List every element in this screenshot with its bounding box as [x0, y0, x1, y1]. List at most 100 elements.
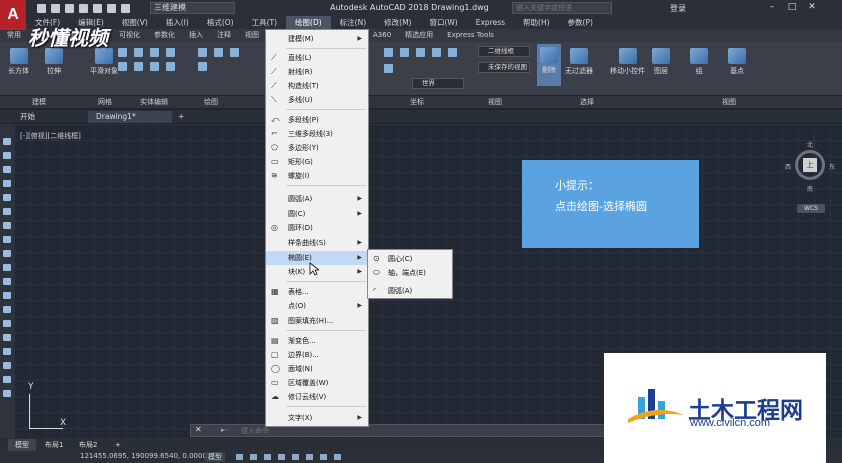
ucs-world-dropdown[interactable]: 世界 — [412, 78, 464, 89]
solid-edit-icon[interactable] — [166, 48, 175, 57]
box-button[interactable]: 长方体 — [8, 48, 29, 76]
menu-item-gradient[interactable]: ▤ 渐变色... — [266, 334, 368, 348]
menu-item-wipeout[interactable]: ▭ 区域覆盖(W) — [266, 376, 368, 390]
point-tool-icon[interactable] — [3, 320, 11, 327]
menu-item-region[interactable]: ◯ 面域(N) — [266, 362, 368, 376]
workspace-switcher[interactable]: 三维建模 — [150, 2, 235, 14]
panel-coordinates[interactable]: 坐标 — [410, 97, 424, 107]
search-input[interactable] — [512, 2, 612, 14]
panel-draw[interactable]: 绘图 — [204, 97, 218, 107]
solid-edit-icon[interactable] — [134, 48, 143, 57]
west-label[interactable]: 西 — [785, 162, 791, 171]
new-file-icon[interactable] — [37, 4, 46, 13]
menu-item-modeling[interactable]: 建模(M) ▶ — [266, 32, 368, 46]
menu-dimension[interactable]: 标注(N) — [331, 16, 375, 29]
tab-express-tools[interactable]: Express Tools — [440, 29, 501, 42]
cull-button[interactable]: 剔除 — [537, 44, 561, 86]
viewport-controls[interactable]: [-][俯视][二维线框] — [20, 131, 81, 141]
base-point-button[interactable]: 基点 — [728, 48, 746, 76]
construction-line-icon[interactable] — [3, 152, 11, 159]
ellipse-arc-item[interactable]: ◜ 圆弧(A) — [368, 284, 452, 298]
menu-format[interactable]: 格式(O) — [198, 16, 243, 29]
polar-toggle-icon[interactable] — [278, 454, 285, 460]
save-as-icon[interactable] — [79, 4, 88, 13]
save-icon[interactable] — [65, 4, 74, 13]
grid-toggle-icon[interactable] — [236, 454, 243, 460]
smooth-object-button[interactable]: 平滑对象 — [90, 48, 118, 76]
menu-parameters[interactable]: 参数(P) — [559, 16, 602, 29]
add-layout-button[interactable]: + — [108, 439, 128, 451]
tab-a360[interactable]: A360 — [366, 29, 398, 42]
menu-item-hatch[interactable]: ▨ 图案填充(H)... — [266, 314, 368, 328]
menu-item-line[interactable]: ⟋ 直线(L) — [266, 51, 368, 65]
make-block-icon[interactable] — [3, 306, 11, 313]
ucs-tool-icon[interactable] — [432, 48, 441, 57]
draw-tool-icon[interactable] — [214, 48, 223, 57]
autocad-logo[interactable]: A — [0, 0, 26, 30]
tab-featured-apps[interactable]: 精选应用 — [398, 29, 440, 42]
east-label[interactable]: 东 — [829, 162, 835, 171]
rectangle-tool-icon[interactable] — [3, 194, 11, 201]
tab-annotate[interactable]: 注释 — [210, 29, 238, 42]
ucs-tool-icon[interactable] — [448, 48, 457, 57]
close-button[interactable]: ✕ — [806, 2, 818, 13]
solid-edit-icon[interactable] — [134, 62, 143, 71]
menu-item-rectangle[interactable]: ▭ 矩形(G) — [266, 155, 368, 169]
mesh-tool-icon[interactable] — [118, 48, 127, 57]
ellipse-center-item[interactable]: ⊙ 圆心(C) — [368, 252, 452, 266]
move-gizmo-button[interactable]: 移动小控件 — [610, 48, 645, 76]
group-button[interactable]: 组 — [690, 48, 708, 76]
panel-view-2[interactable]: 视图 — [722, 97, 736, 107]
menu-help[interactable]: 帮助(H) — [514, 16, 559, 29]
table-tool-icon[interactable] — [3, 376, 11, 383]
menu-item-3dpoly[interactable]: ⌐ 三维多段线(3) — [266, 127, 368, 141]
tab-drawing1[interactable]: Drawing1* — [88, 111, 172, 123]
panel-modeling[interactable]: 建模 — [32, 97, 46, 107]
menu-item-text[interactable]: 文字(X) ▶ — [266, 411, 368, 425]
menu-item-spline[interactable]: 样条曲线(S) ▶ — [266, 236, 368, 250]
close-command-icon[interactable]: ✕ — [195, 425, 202, 434]
ucs-tool-icon[interactable] — [400, 48, 409, 57]
extrude-button[interactable]: 拉伸 — [45, 48, 63, 76]
menu-item-table[interactable]: ▦ 表格... — [266, 285, 368, 299]
gradient-tool-icon[interactable] — [3, 348, 11, 355]
visual-style-dropdown[interactable]: 二维线框 — [478, 46, 530, 57]
osnap-toggle-icon[interactable] — [292, 454, 299, 460]
no-filter-button[interactable]: 无过滤器 — [565, 48, 593, 76]
ucs-tool-icon[interactable] — [384, 64, 393, 73]
tab-insert[interactable]: 插入 — [182, 29, 210, 42]
menu-item-circle[interactable]: 圆(C) ▶ — [266, 207, 368, 221]
menu-item-donut[interactable]: ◎ 圆环(D) — [266, 221, 368, 235]
ellipse-arc-tool-icon[interactable] — [3, 278, 11, 285]
snap-toggle-icon[interactable] — [250, 454, 257, 460]
ellipse-tool-icon[interactable] — [3, 264, 11, 271]
layers-button[interactable]: 图层 — [652, 48, 670, 76]
top-face[interactable]: 上 — [803, 158, 817, 172]
panel-view[interactable]: 视图 — [488, 97, 502, 107]
menu-item-mline[interactable]: ⟍ 多线(U) — [266, 93, 368, 107]
tab-layout1[interactable]: 布局1 — [38, 439, 70, 451]
menu-item-polyline[interactable]: ⤺ 多段线(P) — [266, 113, 368, 127]
draw-tool-icon[interactable] — [198, 48, 207, 57]
insert-block-icon[interactable] — [3, 292, 11, 299]
tab-view[interactable]: 视图 — [238, 29, 266, 42]
tab-visualize[interactable]: 可视化 — [112, 29, 147, 42]
spline-tool-icon[interactable] — [3, 250, 11, 257]
ellipse-axis-end-item[interactable]: ⬭ 轴，端点(E) — [368, 266, 452, 280]
tab-parametric[interactable]: 参数化 — [147, 29, 182, 42]
maximize-button[interactable]: □ — [786, 2, 798, 13]
saved-view-dropdown[interactable]: 未保存的视图 — [478, 62, 530, 73]
draw-tool-icon[interactable] — [198, 62, 207, 71]
menu-view[interactable]: 视图(V) — [113, 16, 157, 29]
south-label[interactable]: 南 — [807, 184, 813, 193]
menu-window[interactable]: 窗口(W) — [420, 16, 466, 29]
mesh-tool-icon[interactable] — [118, 62, 127, 71]
tab-start[interactable]: 开始 — [12, 111, 72, 123]
tab-layout2[interactable]: 布局2 — [72, 439, 104, 451]
polyline-tool-icon[interactable] — [3, 166, 11, 173]
wcs-menu[interactable]: WCS — [797, 204, 825, 213]
transparency-toggle-icon[interactable] — [334, 454, 341, 460]
command-prompt-icon[interactable]: ▸- — [221, 426, 227, 434]
undo-icon[interactable] — [107, 4, 116, 13]
north-label[interactable]: 北 — [807, 140, 813, 149]
